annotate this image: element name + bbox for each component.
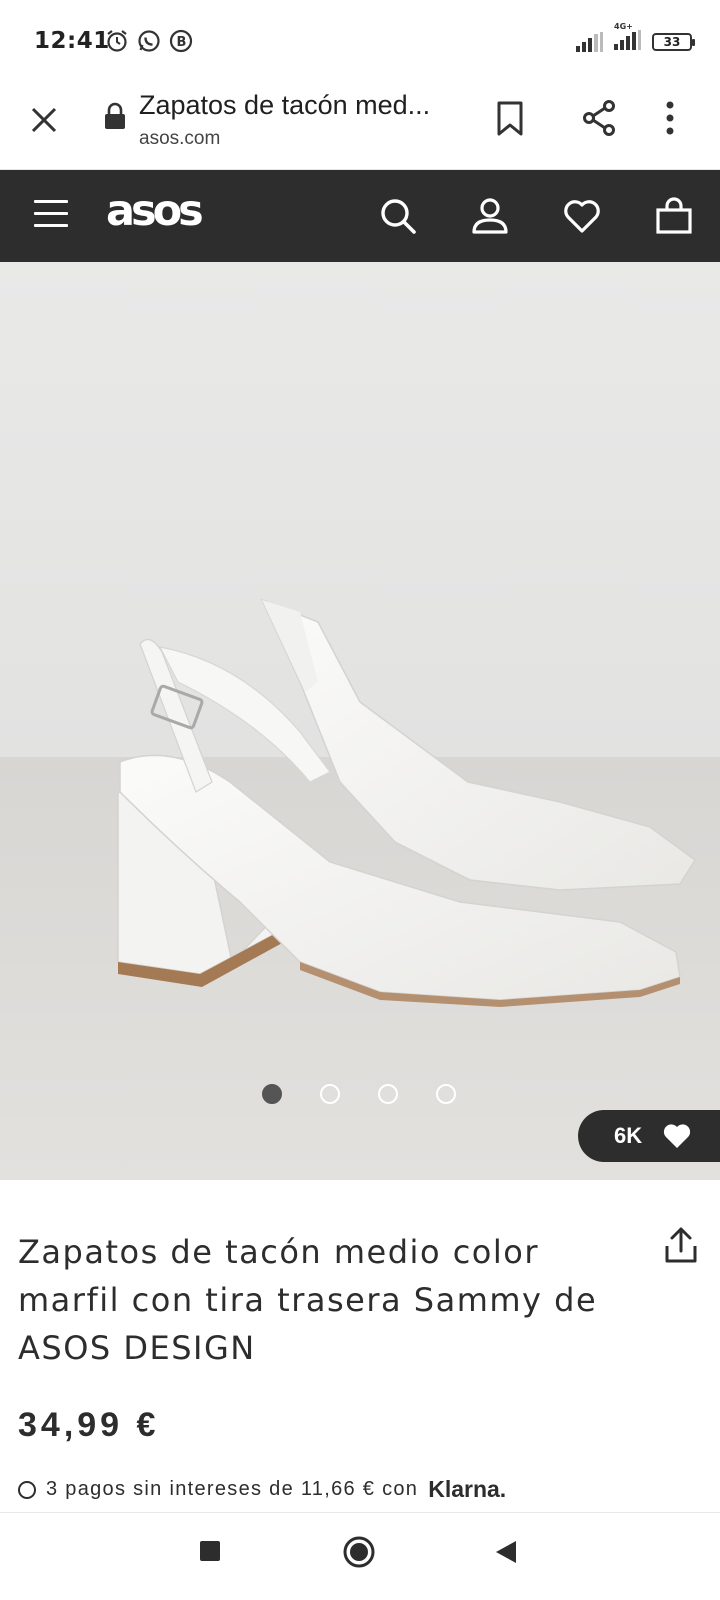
klarna-installments[interactable]: 3 pagos sin intereses de 11,66 € con Kla…: [18, 1476, 506, 1503]
signal-4g-group: 4G+: [614, 22, 642, 54]
page-url: asos.com: [139, 128, 221, 149]
alarm-icon: [107, 30, 127, 52]
bookmark-icon[interactable]: [494, 100, 526, 138]
status-notification-icons: B: [104, 28, 194, 54]
signal-icon: [576, 32, 603, 52]
product-price: 34,99 €: [18, 1406, 160, 1444]
carousel-dots: [262, 1084, 456, 1104]
site-logo[interactable]: asos: [106, 186, 204, 236]
product-info: Zapatos de tacón medio color marfil con …: [0, 1180, 720, 1510]
product-image-carousel[interactable]: 6K: [0, 262, 720, 1180]
account-icon[interactable]: [470, 196, 510, 236]
bag-icon[interactable]: [654, 196, 694, 236]
home-circle-icon[interactable]: [342, 1535, 376, 1569]
carousel-dot-4[interactable]: [436, 1084, 456, 1104]
status-system-icons: 4G+ 33: [576, 22, 695, 54]
whatsapp-icon: [138, 30, 160, 52]
carousel-dot-2[interactable]: [320, 1084, 340, 1104]
signal-4g-icon: [614, 30, 641, 50]
carousel-dot-1[interactable]: [262, 1084, 282, 1104]
svg-text:B: B: [177, 35, 187, 50]
search-icon[interactable]: [378, 196, 418, 236]
installments-text: 3 pagos sin intereses de 11,66 € con: [46, 1478, 419, 1500]
close-icon[interactable]: [26, 102, 62, 138]
share-icon[interactable]: [580, 98, 618, 138]
product-photo: [0, 262, 720, 1180]
battery-icon: 33: [652, 33, 695, 51]
save-for-later-button[interactable]: 6K: [578, 1110, 720, 1162]
network-type-label: 4G+: [614, 22, 633, 31]
battery-level: 33: [663, 35, 681, 49]
heart-icon[interactable]: [562, 196, 602, 236]
back-triangle-icon[interactable]: [494, 1539, 518, 1565]
status-time: 12:41: [34, 28, 110, 54]
system-navigation-bar: [0, 1512, 720, 1600]
lock-icon: [105, 102, 125, 129]
radio-circle-icon: [18, 1480, 36, 1499]
share-upload-icon[interactable]: [664, 1226, 698, 1264]
product-title: Zapatos de tacón medio color marfil con …: [18, 1233, 598, 1367]
menu-icon[interactable]: [34, 200, 70, 230]
browser-custom-tab-header: Zapatos de tacón med... asos.com: [0, 84, 720, 170]
klarna-logo: Klarna.: [428, 1476, 507, 1502]
carousel-dot-3[interactable]: [378, 1084, 398, 1104]
site-navigation-bar: asos: [0, 170, 720, 262]
heart-filled-icon: [664, 1124, 691, 1148]
more-vert-icon[interactable]: [664, 100, 676, 136]
page-title: Zapatos de tacón med...: [139, 90, 431, 120]
status-bar: 12:41 B 4G+ 33: [0, 0, 720, 84]
likes-count: 6K: [614, 1123, 643, 1148]
recents-square-icon[interactable]: [198, 1539, 222, 1563]
b-app-icon: B: [169, 29, 193, 53]
